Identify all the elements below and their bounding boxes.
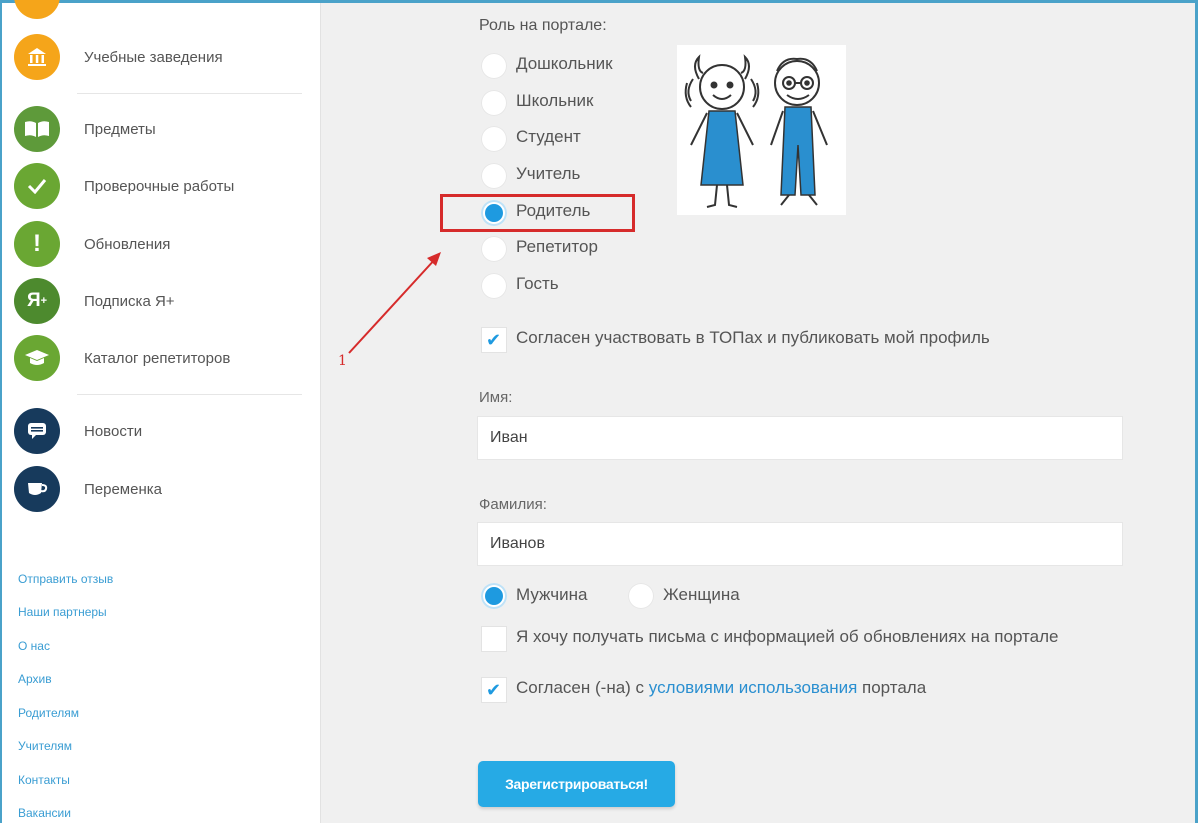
- message-icon: [14, 408, 60, 454]
- last-name-label: Фамилия:: [479, 496, 547, 513]
- newsletter-label: Я хочу получать письма с информацией об …: [516, 627, 1059, 646]
- radio-gender-male[interactable]: [481, 583, 507, 609]
- checkbox-newsletter[interactable]: [481, 626, 507, 652]
- sidebar-item-subscription[interactable]: Я + Подписка Я+: [14, 277, 314, 325]
- radio-role-tutor[interactable]: [481, 236, 507, 262]
- registration-form: Роль на портале: Дошкольник Школьник Сту…: [321, 3, 1195, 823]
- sidebar: Учебные заведения Предметы Проверочные р…: [2, 0, 321, 823]
- sidebar-item-label: Новости: [84, 422, 143, 440]
- sidebar-item-label: Проверочные работы: [84, 177, 235, 195]
- footer-link-about[interactable]: О нас: [18, 639, 50, 653]
- terms-link[interactable]: условиями использования: [649, 678, 858, 697]
- register-button[interactable]: Зарегистрироваться!: [478, 761, 675, 807]
- cup-icon: [14, 466, 60, 512]
- sidebar-item-tests[interactable]: Проверочные работы: [14, 162, 314, 210]
- footer-link-vacancies[interactable]: Вакансии: [18, 806, 71, 820]
- radio-role-student[interactable]: [481, 126, 507, 152]
- terms-prefix: Согласен (-на) с: [516, 678, 649, 697]
- footer-link-partners[interactable]: Наши партнеры: [18, 605, 107, 619]
- book-icon: [14, 106, 60, 152]
- sidebar-item-break[interactable]: Переменка: [14, 465, 314, 513]
- annotation-number: 1: [338, 353, 347, 369]
- gender-label-male: Мужчина: [516, 585, 588, 604]
- footer-link-contacts[interactable]: Контакты: [18, 773, 70, 787]
- footer-link-feedback[interactable]: Отправить отзыв: [18, 572, 113, 586]
- sidebar-item-label: Каталог репетиторов: [84, 349, 231, 367]
- role-label-guest: Гость: [516, 274, 559, 293]
- radio-role-schoolchild[interactable]: [481, 90, 507, 116]
- building-icon: [14, 34, 60, 80]
- sidebar-item-subjects[interactable]: Предметы: [14, 105, 314, 153]
- sidebar-item-news[interactable]: Новости: [14, 407, 314, 455]
- role-label-student: Студент: [516, 127, 581, 146]
- role-label-schoolchild: Школьник: [516, 91, 594, 110]
- kids-illustration: [677, 45, 846, 215]
- sidebar-item-label: Учебные заведения: [84, 48, 223, 66]
- first-name-field[interactable]: [477, 416, 1123, 460]
- sidebar-item-updates[interactable]: ! Обновления: [14, 220, 314, 268]
- checkbox-terms[interactable]: ✔: [481, 677, 507, 703]
- footer-link-parents[interactable]: Родителям: [18, 706, 79, 720]
- graduation-cap-icon: [14, 335, 60, 381]
- sidebar-item-label: Обновления: [84, 235, 171, 253]
- checkbox-top-consent[interactable]: ✔: [481, 327, 507, 353]
- exclamation-icon: !: [14, 221, 60, 267]
- gender-label-female: Женщина: [663, 585, 740, 604]
- divider: [77, 394, 302, 395]
- sidebar-item-label: Переменка: [84, 480, 162, 498]
- annotation-arrow: [348, 252, 441, 354]
- checkmark-icon: ✔: [486, 680, 502, 700]
- terms-suffix: портала: [857, 678, 927, 697]
- top-consent-label: Согласен участвовать в ТОПах и публикова…: [516, 328, 990, 347]
- terms-label: Согласен (-на) с условиями использования…: [516, 678, 926, 698]
- checkmark-icon: ✔: [486, 330, 502, 350]
- partial-nav-icon: [14, 0, 60, 19]
- ya-plus-icon: Я +: [14, 278, 60, 324]
- footer-link-archive[interactable]: Архив: [18, 672, 52, 686]
- annotation-highlight-box: [440, 194, 635, 232]
- sidebar-item-tutors[interactable]: Каталог репетиторов: [14, 334, 314, 382]
- radio-role-preschooler[interactable]: [481, 53, 507, 79]
- checkmark-icon: [14, 163, 60, 209]
- sidebar-item-label: Предметы: [84, 120, 156, 138]
- role-title: Роль на портале:: [479, 17, 607, 34]
- divider: [77, 93, 302, 94]
- radio-gender-female[interactable]: [628, 583, 654, 609]
- radio-role-teacher[interactable]: [481, 163, 507, 189]
- first-name-label: Имя:: [479, 389, 513, 406]
- role-label-tutor: Репетитор: [516, 237, 598, 256]
- footer-link-teachers[interactable]: Учителям: [18, 739, 72, 753]
- sidebar-item-institutions[interactable]: Учебные заведения: [14, 33, 314, 81]
- radio-role-guest[interactable]: [481, 273, 507, 299]
- role-label-preschooler: Дошкольник: [516, 54, 613, 73]
- sidebar-item-label: Подписка Я+: [84, 292, 175, 310]
- role-label-teacher: Учитель: [516, 164, 581, 183]
- last-name-field[interactable]: [477, 522, 1123, 566]
